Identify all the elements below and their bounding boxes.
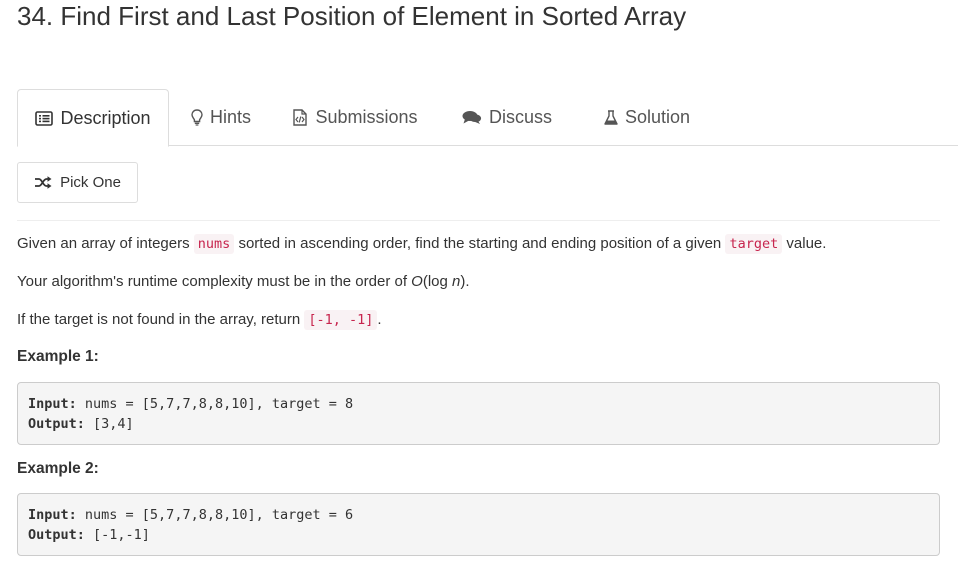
- text: value.: [782, 235, 827, 252]
- lightbulb-icon: [191, 109, 203, 126]
- input-value: nums = [5,7,7,8,8,10], target = 6: [76, 507, 354, 523]
- example-2-title: Example 2:: [17, 460, 99, 477]
- page-title: 34. Find First and Last Position of Elem…: [17, 1, 687, 31]
- text: If the target is not found in the array,…: [17, 311, 305, 328]
- comments-icon: [462, 110, 482, 125]
- tab-description[interactable]: Description: [17, 89, 169, 147]
- tab-bar: Description Hints Submissions Discuss So…: [17, 89, 958, 147]
- input-label: Input:: [28, 396, 77, 412]
- pick-one-button[interactable]: Pick One: [17, 162, 138, 203]
- code-file-icon: [292, 109, 308, 126]
- input-label: Input:: [28, 507, 77, 523]
- output-label: Output:: [28, 527, 85, 543]
- text: .: [377, 311, 382, 328]
- tab-submissions[interactable]: Submissions: [285, 89, 425, 146]
- tab-solution-label: Solution: [624, 107, 691, 127]
- flask-icon: [604, 110, 618, 125]
- input-value: nums = [5,7,7,8,8,10], target = 8: [76, 396, 354, 412]
- example-1-code: Input: nums = [5,7,7,8,8,10], target = 8…: [17, 382, 940, 445]
- text: (log: [422, 273, 453, 290]
- random-shuffle-icon: [34, 176, 52, 189]
- tab-submissions-label: Submissions: [315, 107, 418, 127]
- description-paragraph-1: Given an array of integers nums sorted i…: [17, 234, 826, 254]
- output-value: [-1,-1]: [84, 527, 150, 543]
- list-alt-icon: [35, 110, 54, 126]
- text: sorted in ascending order, find the star…: [234, 235, 726, 252]
- output-value: [3,4]: [84, 416, 134, 432]
- output-label: Output:: [28, 416, 85, 432]
- tab-discuss[interactable]: Discuss: [454, 89, 560, 146]
- inline-code-not-found: [-1, -1]: [304, 310, 378, 330]
- text: Given an array of integers: [17, 235, 194, 252]
- tab-hints-label: Hints: [209, 107, 251, 127]
- example-2-code: Input: nums = [5,7,7,8,8,10], target = 6…: [17, 493, 940, 556]
- inline-code-target: target: [725, 234, 783, 254]
- pick-one-label: Pick One: [60, 174, 121, 191]
- text: ).: [460, 273, 470, 290]
- description-paragraph-3: If the target is not found in the array,…: [17, 310, 382, 330]
- inline-code-nums: nums: [193, 234, 235, 254]
- tab-solution[interactable]: Solution: [587, 89, 707, 146]
- big-o: O: [411, 273, 423, 290]
- description-paragraph-2: Your algorithm's runtime complexity must…: [17, 272, 470, 292]
- tab-discuss-label: Discuss: [488, 107, 552, 127]
- divider: [17, 220, 940, 221]
- text: Your algorithm's runtime complexity must…: [17, 273, 412, 290]
- tab-description-label: Description: [60, 107, 151, 128]
- example-1-title: Example 1:: [17, 348, 99, 365]
- tab-hints[interactable]: Hints: [177, 89, 265, 146]
